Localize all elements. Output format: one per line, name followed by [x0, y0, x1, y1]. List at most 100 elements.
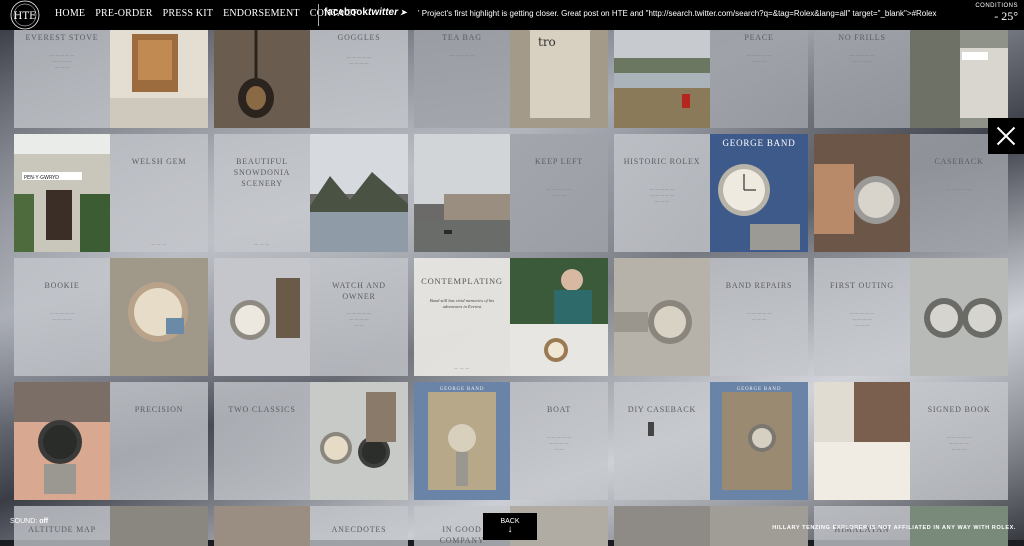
watch-owner-photo — [214, 258, 310, 376]
wrist-watch-photo — [814, 134, 910, 252]
tile-welsh-gem[interactable]: WELSH GEM — — — — [110, 134, 208, 252]
tile-photo-two-watches[interactable] — [910, 258, 1008, 376]
close-button[interactable] — [988, 118, 1024, 154]
tile-title: BAND REPAIRS — [725, 281, 793, 290]
twitter-ticker: ' Project's first highlight is getting c… — [418, 9, 974, 23]
tile-photo-pen-y-gwryd[interactable]: PEN·Y·GWRYD — [14, 134, 110, 252]
ticker-text: ' Project's first highlight is getting c… — [418, 9, 929, 18]
tile-two-classics[interactable]: TWO CLASSICS — [214, 382, 310, 500]
tile-caption: — — — — — — — — — [746, 52, 772, 63]
tile-no-frills[interactable]: NO FRILLS — — — — — — — — — — [814, 28, 910, 128]
tile-title: GEORGE BAND — [439, 387, 485, 392]
tile-title: KEEP LEFT — [534, 157, 583, 166]
tile-title: PEACE — [744, 33, 774, 42]
facebook-link[interactable]: facebook — [324, 7, 368, 18]
tile-photo-hands[interactable] — [214, 506, 310, 546]
tile-bookie[interactable]: BOOKIE — — — — — — — — — — [14, 258, 110, 376]
nav-home[interactable]: HOME — [55, 8, 85, 19]
tile-altitude-map[interactable]: ALTITUDE MAP — [14, 506, 110, 546]
tile-caption: — — — — — — — — — — — — [346, 310, 372, 327]
tile-diy-caseback[interactable]: DIY CASEBACK — [614, 382, 710, 500]
tile-title: WELSH GEM — [131, 157, 187, 166]
tile-caption: — — — — — — — — — — [346, 54, 372, 65]
tile-photo-signing[interactable] — [814, 382, 910, 500]
tile-photo-hand-watch[interactable] — [14, 382, 110, 500]
band-repair-photo — [614, 258, 710, 376]
tile-caption: — — — — — — — — — — [849, 52, 875, 63]
signing-photo — [814, 382, 910, 500]
main-nav: HOME PRE-ORDER PRESS KIT ENDORSEMENT CON… — [55, 8, 358, 19]
tile-title: HISTORIC ROLEX — [623, 157, 701, 166]
tile-precision[interactable]: PRECISION — [110, 382, 208, 500]
tile-photo-watch-book[interactable] — [110, 258, 208, 376]
watch-on-book-photo — [110, 258, 208, 376]
tile-photo-goggles[interactable] — [214, 28, 310, 128]
ticker-tail: ex — [928, 9, 937, 18]
sound-state[interactable]: off — [39, 518, 48, 525]
tile-title: CONTEMPLATING — [421, 276, 503, 286]
sound-label: SOUND: — [10, 518, 38, 525]
tile-title: GEORGE BAND — [736, 387, 782, 392]
tile-photo-watch-owner[interactable] — [214, 258, 310, 376]
tile-signed-book[interactable]: SIGNED BOOK — — — — — — — — — — — — — [910, 382, 1008, 500]
tile-title: WATCH AND OWNER — [332, 281, 386, 301]
twitter-link[interactable]: twitter ➤ — [368, 7, 407, 18]
tile-photo-teabag[interactable]: tro — [510, 28, 608, 128]
tile-photo-wrist-watch[interactable] — [814, 134, 910, 252]
tile-photo-map[interactable] — [110, 506, 208, 546]
tile-caption: — — — — — — — — — — — — [546, 434, 572, 451]
tile-photo-band-book[interactable]: GEORGE BAND — [710, 382, 808, 500]
tile-title: ALTITUDE MAP — [28, 525, 96, 534]
band-book-photo — [710, 382, 808, 500]
sound-toggle[interactable]: SOUND: off — [10, 518, 48, 525]
nav-pre-order[interactable]: PRE-ORDER — [95, 8, 152, 19]
tile-photo-george-band[interactable] — [510, 258, 608, 376]
tile-contemplating[interactable]: CONTEMPLATING Band still has vivid memor… — [414, 258, 510, 376]
tile-caption: — — — — — — [946, 186, 972, 191]
tile-photo-street[interactable] — [414, 134, 510, 252]
tile-caption: — — — — — — — — — — [49, 310, 75, 321]
tile-photo-stove[interactable] — [110, 28, 208, 128]
tile-photo-two-classics[interactable] — [310, 382, 408, 500]
tile-tea-bag[interactable]: TEA BAG — — — — — — [414, 28, 510, 128]
back-button[interactable]: BACK ↓ — [483, 513, 537, 540]
two-watches-photo — [910, 258, 1008, 376]
tile-watch-and-owner[interactable]: WATCH AND OWNER — — — — — — — — — — — — [310, 258, 408, 376]
tile-anecdotes[interactable]: ANECDOTES — [310, 506, 408, 546]
tile-title: SIGNED BOOK — [927, 405, 991, 414]
nav-endorsement[interactable]: ENDORSEMENT — [223, 8, 300, 19]
tile-peace[interactable]: PEACE — — — — — — — — — [710, 28, 808, 128]
tile-first-outing[interactable]: FIRST OUTING — — — — — — — — — — — — — [814, 258, 910, 376]
tile-title: EVEREST STOVE — [25, 33, 99, 42]
hte-logo[interactable]: HTE — [2, 0, 48, 32]
tile-photo-george-band-book[interactable]: GEORGE BAND — [710, 134, 808, 252]
tile-keep-left[interactable]: KEEP LEFT — — — — — — — — — [510, 134, 608, 252]
tile-photo-lake[interactable] — [614, 28, 710, 128]
tile-title: GEORGE BAND — [722, 138, 796, 148]
inn-photo: PEN·Y·GWRYD — [14, 134, 110, 252]
tile-title: BOOKIE — [44, 281, 80, 290]
goggles-photo — [214, 28, 310, 128]
tile-snowdonia-scenery[interactable]: BEAUTIFUL SNOWDONIA SCENERY — — — — [214, 134, 310, 252]
tile-goggles[interactable]: GOGGLES — — — — — — — — — — [310, 28, 408, 128]
tile-title: TEA BAG — [442, 33, 482, 42]
george-band-photo — [510, 258, 608, 376]
tile-photo-portrait[interactable] — [614, 506, 710, 546]
tile-photo-snowdonia[interactable] — [310, 134, 408, 252]
tile-title: GOGGLES — [337, 33, 381, 42]
tile-photo-band-book-watch[interactable]: GEORGE BAND — [414, 382, 510, 500]
tile-title: BOAT — [546, 405, 572, 414]
tile-historic-rolex[interactable]: HISTORIC ROLEX — — — — — — — — — — — — — — [614, 134, 710, 252]
tile-boat[interactable]: BOAT — — — — — — — — — — — — [510, 382, 608, 500]
nav-press-kit[interactable]: PRESS KIT — [163, 8, 213, 19]
tile-band-repairs[interactable]: BAND REPAIRS — — — — — — — — — [710, 258, 808, 376]
tile-caption: — — — — — — [449, 52, 475, 57]
tile-everest-stove[interactable]: EVEREST STOVE — — — — — — — — — — — — — [14, 28, 110, 128]
tile-caption: Band still has vivid memories of his adv… — [429, 298, 495, 309]
top-navigation-bar: HTE HOME PRE-ORDER PRESS KIT ENDORSEMENT… — [0, 0, 1024, 30]
book-watch-photo — [710, 134, 808, 252]
tile-title: BEAUTIFUL SNOWDONIA SCENERY — [233, 157, 291, 188]
tile-photo-band-repairs[interactable] — [614, 258, 710, 376]
tile-caption: — — — — — — — — — — — — — [849, 310, 875, 327]
tile-photo-hotel[interactable] — [910, 28, 1008, 128]
